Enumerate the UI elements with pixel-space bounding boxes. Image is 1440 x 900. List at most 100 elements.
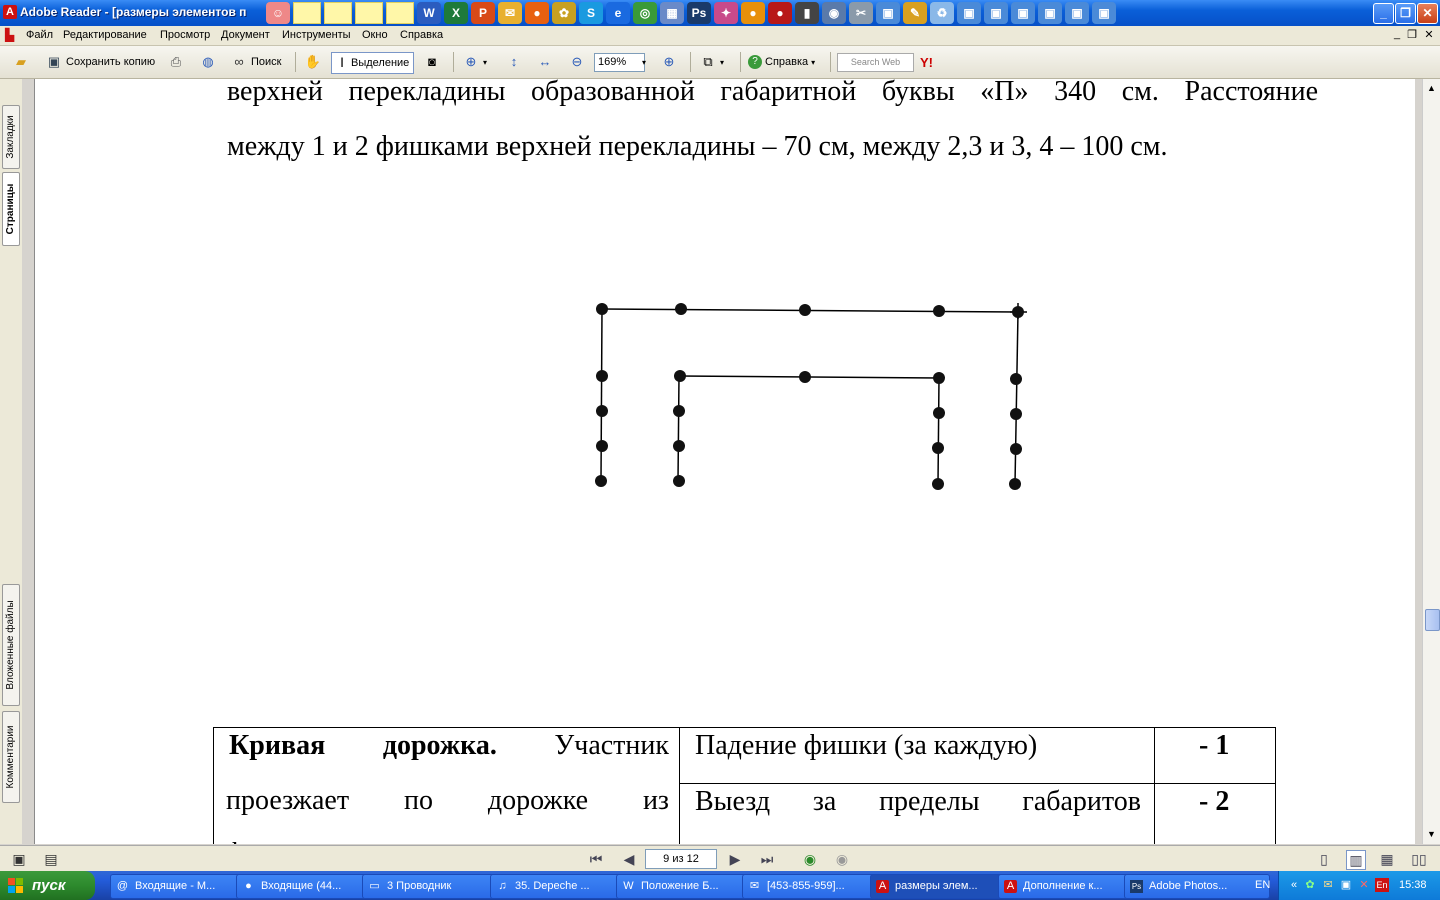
menu-help[interactable]: Справка <box>400 29 443 41</box>
picasa-icon[interactable]: ✦ <box>714 2 738 24</box>
excel-icon[interactable]: X <box>444 2 468 24</box>
last-page-button[interactable]: ⏭ <box>758 850 776 868</box>
computer-icon[interactable]: ▣ <box>1065 2 1089 24</box>
firefox-icon[interactable]: ● <box>525 2 549 24</box>
calculator-icon[interactable]: ▦ <box>660 2 684 24</box>
page-number-field[interactable]: 9 из 12 <box>645 849 717 869</box>
taskbar-item[interactable]: Ps Adobe Photos... <box>1124 874 1270 899</box>
taskbar-item[interactable]: @ Входящие - М... <box>110 874 253 899</box>
pdf-document-icon[interactable]: ▙ <box>5 29 17 42</box>
keyboard-layout-icon[interactable]: En <box>1375 878 1389 892</box>
search-button[interactable]: ∞ Поиск <box>230 52 281 72</box>
print-button[interactable]: ⎙ <box>167 52 185 72</box>
taskbar-item[interactable]: ▭ 3 Проводник <box>362 874 508 899</box>
fit-width-button[interactable]: ↔ <box>536 52 554 72</box>
tab-bookmarks[interactable]: Закладки <box>2 105 20 169</box>
rotate-button[interactable]: ⧉ ▾ <box>699 52 724 72</box>
photoshop-icon[interactable]: Ps <box>687 2 711 24</box>
globe-icon[interactable]: ◎ <box>633 2 657 24</box>
tab-pages[interactable]: Страницы <box>2 172 20 246</box>
computer-icon[interactable]: ▣ <box>1092 2 1116 24</box>
tray-arrow-icon[interactable]: « <box>1287 878 1301 892</box>
taskbar-item[interactable]: ♫ 35. Depeche ... <box>490 874 633 899</box>
computer-icon[interactable]: ▣ <box>984 2 1008 24</box>
document-view[interactable]: верхней перекладины образованной габарит… <box>35 79 1415 844</box>
network-tray-icon[interactable]: ▣ <box>1339 878 1353 892</box>
powerpoint-icon[interactable]: P <box>471 2 495 24</box>
single-page-icon[interactable]: ▯ <box>1315 850 1333 868</box>
antivirus-tray-icon[interactable]: ✕ <box>1357 878 1371 892</box>
close-button[interactable]: ✕ <box>1417 3 1438 24</box>
sticky-note-icon[interactable] <box>293 2 321 24</box>
fit-page-button[interactable]: ↕ <box>505 52 523 72</box>
tools-icon[interactable]: ✂ <box>849 2 873 24</box>
doc-close-button[interactable]: ✕ <box>1422 28 1436 41</box>
menu-document[interactable]: Документ <box>221 29 270 41</box>
computer-icon[interactable]: ▣ <box>876 2 900 24</box>
tools-icon[interactable]: ✎ <box>903 2 927 24</box>
save-copy-button[interactable]: ▣ Сохранить копию <box>45 52 155 72</box>
open-button[interactable]: ▰ <box>12 52 30 72</box>
ie-icon[interactable]: e <box>606 2 630 24</box>
scroll-down-arrow-icon[interactable]: ▼ <box>1424 827 1439 842</box>
next-page-button[interactable]: ▶ <box>726 850 744 868</box>
email-button[interactable]: ◍ <box>199 52 217 72</box>
zoom-dropdown[interactable]: ▾ <box>642 52 646 72</box>
panel-toggle-icon[interactable]: ▣ <box>10 850 28 868</box>
icq-tray-icon[interactable]: ✿ <box>1303 878 1317 892</box>
media-icon[interactable]: ● <box>741 2 765 24</box>
zoom-in-tool-button[interactable]: ⊕ ▾ <box>462 52 487 72</box>
facing-pages-icon[interactable]: ▦ <box>1378 850 1396 868</box>
mail-tray-icon[interactable]: ✉ <box>1321 878 1335 892</box>
phone-icon[interactable]: ▮ <box>795 2 819 24</box>
doc-minimize-button[interactable]: _ <box>1390 28 1404 40</box>
page-size-icon[interactable]: ▤ <box>42 850 60 868</box>
menu-file[interactable]: Файл <box>26 29 53 41</box>
menu-view[interactable]: Просмотр <box>160 29 210 41</box>
taskbar-item[interactable]: ● Входящие (44... <box>236 874 379 899</box>
people-icon[interactable]: ☺ <box>266 2 290 24</box>
zoom-level-field[interactable]: 169% <box>594 53 645 72</box>
zoom-out-button[interactable]: ⊖ <box>568 52 586 72</box>
select-tool-button[interactable]: Ⅰ Выделение <box>331 52 415 74</box>
sticky-note-icon[interactable] <box>386 2 414 24</box>
scroll-up-arrow-icon[interactable]: ▲ <box>1424 81 1439 96</box>
taskbar-item[interactable]: A Дополнение к... <box>998 874 1141 899</box>
search-web-input[interactable]: Search Web <box>837 53 914 72</box>
recycle-bin-icon[interactable]: ♻ <box>930 2 954 24</box>
start-button[interactable]: пуск <box>0 871 95 900</box>
language-indicator[interactable]: EN <box>1255 879 1270 891</box>
menu-tools[interactable]: Инструменты <box>282 29 351 41</box>
zoom-in-button[interactable]: ⊕ <box>660 52 678 72</box>
yahoo-button[interactable]: Y! <box>920 52 933 72</box>
forward-view-button[interactable]: ◉ <box>833 850 851 868</box>
back-view-button[interactable]: ◉ <box>801 850 819 868</box>
menu-edit[interactable]: Редактирование <box>63 29 147 41</box>
word-icon[interactable]: W <box>417 2 441 24</box>
hand-tool-button[interactable]: ✋ <box>304 52 322 72</box>
maximize-button[interactable]: ❐ <box>1395 3 1416 24</box>
taskbar-item-active[interactable]: Aразмеры элем... <box>870 874 1016 899</box>
icq-icon[interactable]: ✿ <box>552 2 576 24</box>
minimize-button[interactable]: _ <box>1373 3 1394 24</box>
sticky-note-icon[interactable] <box>324 2 352 24</box>
menu-window[interactable]: Окно <box>362 29 388 41</box>
help-button[interactable]: ? Справка ▾ <box>748 52 815 72</box>
pin-icon[interactable]: ● <box>768 2 792 24</box>
taskbar-item[interactable]: W Положение Б... <box>616 874 759 899</box>
first-page-button[interactable]: ⏮ <box>587 850 605 868</box>
continuous-facing-icon[interactable]: ▯▯ <box>1410 850 1428 868</box>
vertical-scrollbar[interactable]: ▲ ▼ <box>1422 79 1440 844</box>
computer-icon[interactable]: ▣ <box>1038 2 1062 24</box>
sticky-note-icon[interactable] <box>355 2 383 24</box>
previous-page-button[interactable]: ◀ <box>620 850 638 868</box>
mail-icon[interactable]: ✉ <box>498 2 522 24</box>
scroll-thumb[interactable] <box>1425 609 1440 631</box>
skype-icon[interactable]: S <box>579 2 603 24</box>
tab-attachments[interactable]: Вложенные файлы <box>2 584 20 706</box>
tab-comments[interactable]: Комментарии <box>2 711 20 803</box>
panel-splitter[interactable] <box>22 79 35 844</box>
taskbar-item[interactable]: ✉ [453-855-959]... <box>742 874 885 899</box>
camera-icon[interactable]: ◉ <box>822 2 846 24</box>
computer-icon[interactable]: ▣ <box>1011 2 1035 24</box>
